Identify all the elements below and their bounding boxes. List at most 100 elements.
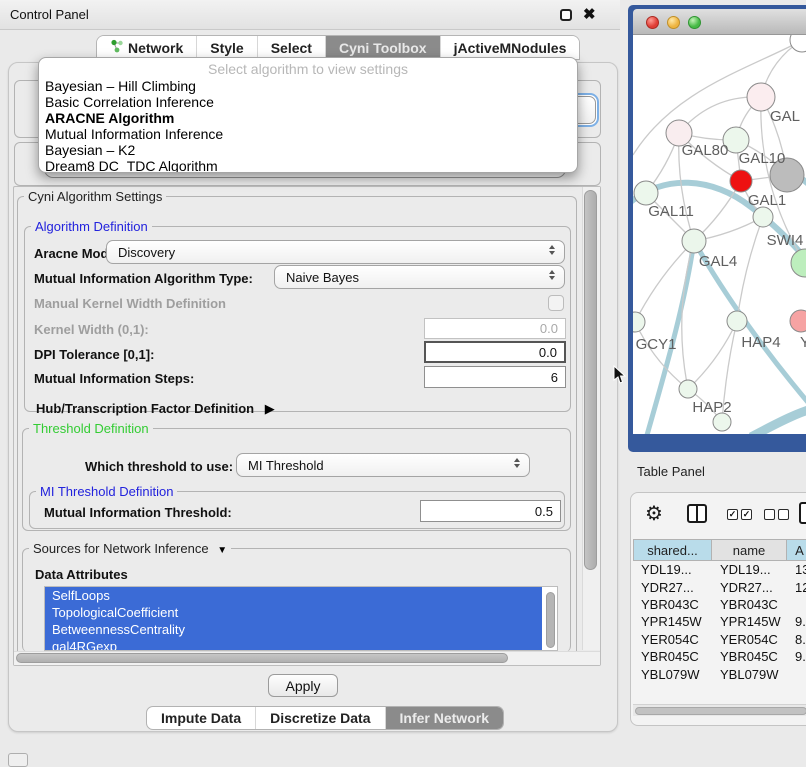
dropdown-item-bayesian-hill-climbing[interactable]: Bayesian – Hill Climbing [39, 78, 577, 94]
unchecked-checkbox-icon[interactable] [764, 509, 775, 520]
network-window-titlebar[interactable] [633, 9, 806, 35]
unchecked-checkbox-icon[interactable] [778, 509, 789, 520]
dropdown-item-mutual-information-inference[interactable]: Mutual Information Inference [39, 126, 577, 142]
restore-icon[interactable] [560, 9, 572, 21]
table-hscroll-track[interactable] [633, 704, 806, 716]
node-hap4-label: HAP4 [741, 334, 780, 351]
attributes-list-scrollbar[interactable] [546, 592, 555, 648]
tab-jactivemnodules[interactable]: jActiveMNodules [441, 36, 580, 59]
mi-steps-label: Mutual Information Steps: [34, 371, 194, 386]
column-header-shared[interactable]: shared... [633, 539, 712, 561]
node-gal2[interactable] [747, 83, 775, 111]
node-gal11[interactable] [634, 181, 658, 205]
expand-right-icon[interactable]: ▶ [265, 401, 275, 416]
node-gcy1[interactable] [633, 312, 645, 332]
node-hap4[interactable] [727, 311, 747, 331]
mi-type-select[interactable]: Naive Bayes [274, 265, 565, 289]
kernel-width-label: Kernel Width (0,1): [34, 322, 149, 337]
settings-vscroll-thumb[interactable] [584, 190, 597, 570]
attribute-item-selfloops[interactable]: SelfLoops [45, 587, 542, 604]
mi-steps-field[interactable]: 6 [424, 366, 566, 388]
split-columns-icon[interactable] [687, 504, 707, 523]
table-row[interactable]: YBL079WYBL079W [633, 665, 806, 680]
table-cell: YBL079W [633, 665, 712, 680]
sources-title[interactable]: Sources for Network Inference ▼ [29, 541, 231, 556]
mi-threshold-label: Mutual Information Threshold: [44, 505, 232, 520]
node-hap2-label: HAP2 [692, 399, 731, 416]
minimize-traffic-icon[interactable] [667, 16, 680, 29]
dropdown-item-dream8-dc-tdc-algorithm[interactable]: Dream8 DC_TDC Algorithm [39, 158, 577, 173]
tab-network[interactable]: Network [97, 36, 197, 59]
threshold-title: Threshold Definition [29, 421, 153, 436]
tab-infer-network[interactable]: Infer Network [386, 707, 503, 729]
gear-icon[interactable]: ⚙ [645, 501, 663, 526]
table-row[interactable]: YBR043CYBR043C [633, 596, 806, 613]
checked-checkbox-icon[interactable]: ✓ [741, 509, 752, 520]
close-icon[interactable]: ✖ [583, 5, 596, 23]
dropdown-item-basic-correlation-inference[interactable]: Basic Correlation Inference [39, 94, 577, 110]
control-panel-title: Control Panel [10, 7, 89, 22]
combo-arrows-icon [549, 270, 555, 280]
apply-button[interactable]: Apply [268, 674, 338, 697]
tab-cyni-toolbox[interactable]: Cyni Toolbox [326, 36, 441, 59]
combo-arrows-icon [549, 245, 555, 255]
attribute-item-gal4rgexp[interactable]: gal4RGexp [45, 638, 542, 651]
mi-threshold-field[interactable]: 0.5 [420, 500, 561, 522]
tab-impute-data[interactable]: Impute Data [147, 707, 256, 729]
dropdown-item-bayesian-k2[interactable]: Bayesian – K2 [39, 142, 577, 158]
table-cell: YDL19... [712, 561, 787, 578]
collapse-down-icon[interactable]: ▼ [217, 545, 227, 556]
attribute-item-topologicalcoefficient[interactable]: TopologicalCoefficient [45, 604, 542, 621]
network-canvas[interactable]: GALGAL80GAL10GAL1GAL11SWI4GAL4GCY1HAP4YH… [633, 35, 806, 434]
dpi-tolerance-field[interactable]: 0.0 [424, 341, 566, 363]
node-partial-top[interactable] [790, 35, 806, 52]
table-cell: YER054C [633, 631, 712, 648]
manual-kernel-checkbox[interactable] [548, 295, 564, 311]
tab-label: Cyni Toolbox [339, 40, 427, 56]
tab-style[interactable]: Style [197, 36, 257, 59]
node-gal1-label: GAL1 [748, 192, 786, 209]
which-threshold-label: Which threshold to use: [85, 459, 233, 474]
node-gal2-label: GAL [770, 108, 800, 125]
table-row[interactable]: YPR145WYPR145W9. [633, 613, 806, 630]
tab-select[interactable]: Select [258, 36, 326, 59]
table-toolbar: ⚙ ✓ ✓ [631, 493, 806, 537]
table-cell: YPR145W [712, 613, 787, 630]
close-traffic-icon[interactable] [646, 16, 659, 29]
node-gal4[interactable] [682, 229, 706, 253]
node-salmon[interactable] [790, 310, 806, 332]
attribute-item-betweennesscentrality[interactable]: BetweennessCentrality [45, 621, 542, 638]
tab-label: jActiveMNodules [454, 40, 567, 56]
node-gal1[interactable] [730, 170, 752, 192]
data-attributes-list[interactable]: SelfLoopsTopologicalCoefficientBetweenne… [44, 586, 558, 651]
table-cell: YBR045C [712, 648, 787, 665]
table-cell: YDL19... [633, 561, 712, 578]
node-swi4[interactable] [791, 249, 806, 277]
zoom-traffic-icon[interactable] [688, 16, 701, 29]
which-threshold-select[interactable]: MI Threshold [236, 453, 530, 477]
table-cell: YDR27... [712, 578, 787, 595]
table-panel-title: Table Panel [637, 464, 705, 479]
column-header-a[interactable]: A [787, 539, 806, 561]
column-header-name[interactable]: name [712, 539, 787, 561]
kernel-width-field[interactable]: 0.0 [424, 318, 566, 339]
document-icon[interactable] [799, 502, 806, 524]
hub-section-label[interactable]: Hub/Transcription Factor Definition ▶ [36, 401, 275, 417]
settings-hscroll-thumb[interactable] [16, 653, 508, 663]
node-mid-green[interactable] [753, 207, 773, 227]
table-row[interactable]: YDR27...YDR27...12 [633, 578, 806, 595]
checked-checkbox-icon[interactable]: ✓ [727, 509, 738, 520]
aracne-mode-select[interactable]: Discovery [106, 240, 565, 264]
bottom-left-partial-button[interactable] [8, 753, 28, 767]
data-attributes-label: Data Attributes [35, 567, 128, 582]
table-cell: 9. [787, 648, 806, 665]
table-row[interactable]: YER054CYER054C8. [633, 631, 806, 648]
sources-title-text: Sources for Network Inference [33, 541, 209, 556]
node-hap2[interactable] [679, 380, 697, 398]
table-row[interactable]: YDL19...YDL19...13 [633, 561, 806, 578]
tab-discretize-data[interactable]: Discretize Data [256, 707, 385, 729]
mi-type-value: Naive Bayes [286, 270, 359, 285]
table-hscroll-thumb[interactable] [635, 707, 806, 715]
dropdown-item-aracne-algorithm[interactable]: ARACNE Algorithm [39, 110, 577, 126]
table-row[interactable]: YBR045CYBR045C9. [633, 648, 806, 665]
